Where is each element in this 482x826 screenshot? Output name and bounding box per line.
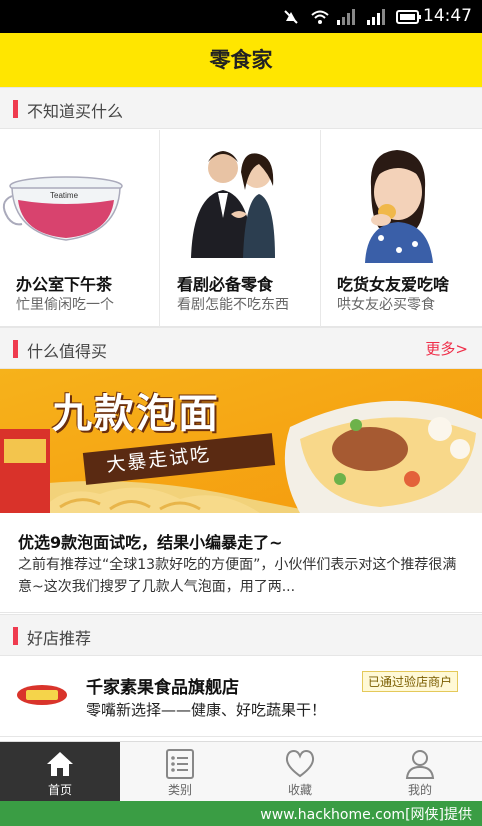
shop-item[interactable]: 千家素果食品旗舰店 零嘴新选择——健康、好吃蔬果干！ 已通过验店商户 [0, 657, 482, 737]
bottom-tab-bar: 首页 类别 收藏 我的 [0, 741, 482, 802]
battery-icon [396, 8, 422, 30]
girl-eating-photo [321, 138, 481, 263]
card-subtitle: 哄女友必买零食 [337, 297, 435, 313]
couple-photo [161, 138, 321, 263]
svg-text:Teatime: Teatime [50, 191, 79, 200]
article-desc: 之前有推荐过“全球13款好吃的方便面”，小伙伴们表示对这个推荐很满意~这次我们搜… [18, 557, 457, 595]
section-title: 不知道买什么 [27, 102, 124, 121]
user-icon [404, 748, 436, 780]
tea-cup-image: Teatime [0, 138, 160, 263]
watermark-footer: www.hackhome.com[网侠]提供 [0, 801, 482, 826]
tab-label: 类别 [167, 783, 192, 797]
signal-icon [336, 8, 356, 30]
tab-label: 首页 [47, 783, 72, 797]
shop-logo [16, 684, 68, 706]
card-office-tea[interactable]: Teatime 办公室下午茶 忙里偷闲吃一个 [0, 130, 160, 327]
banner-headline: 九款泡面 [52, 390, 220, 437]
section-marker [13, 100, 18, 118]
verified-badge: 已通过验店商户 [362, 671, 459, 692]
more-link[interactable]: 更多> [425, 338, 468, 359]
status-bar: 14:47 [0, 0, 482, 33]
section-header-shops: 好店推荐 [0, 614, 482, 656]
section-header-worth-buying: 什么值得买 更多> [0, 327, 482, 369]
tab-category[interactable]: 类别 [120, 742, 240, 802]
home-icon [44, 748, 76, 780]
card-title: 办公室下午茶 [16, 275, 113, 294]
card-girlfriend-snacks[interactable]: 吃货女友爱吃啥 哄女友必买零食 [321, 130, 482, 327]
tab-home[interactable]: 首页 [0, 742, 120, 802]
watermark-text: www.hackhome.com[网侠]提供 [260, 807, 472, 823]
signal-icon-2 [366, 8, 386, 30]
mute-icon [282, 8, 300, 30]
card-subtitle: 看剧怎能不吃东西 [177, 297, 289, 313]
card-subtitle: 忙里偷闲吃一个 [16, 297, 114, 313]
tab-label: 收藏 [287, 783, 312, 797]
suggestion-cards: Teatime 办公室下午茶 忙里偷闲吃一个 看剧必备零食 看剧怎能不吃东西 吃… [0, 130, 482, 327]
list-icon [164, 748, 196, 780]
tab-profile[interactable]: 我的 [360, 742, 480, 802]
wifi-icon [310, 8, 330, 30]
card-drama-snacks[interactable]: 看剧必备零食 看剧怎能不吃东西 [161, 130, 321, 327]
section-header-not-sure: 不知道买什么 [0, 87, 482, 129]
tab-favorites[interactable]: 收藏 [240, 742, 360, 802]
clock: 14:47 [423, 6, 472, 26]
noodle-banner[interactable]: 九款泡面 大暴走试吃 [0, 369, 482, 513]
app-title: 零食家 [209, 48, 273, 72]
section-title: 什么值得买 [27, 342, 108, 361]
app-header: 零食家 [0, 33, 482, 87]
shop-name: 千家素果食品旗舰店 [86, 678, 239, 698]
section-title: 好店推荐 [27, 629, 92, 648]
article-title: 优选9款泡面试吃，结果小编暴走了~ [18, 533, 283, 552]
card-title: 看剧必备零食 [177, 275, 274, 294]
shop-desc: 零嘴新选择——健康、好吃蔬果干！ [86, 701, 327, 719]
heart-icon [284, 748, 316, 780]
tab-label: 我的 [407, 783, 432, 797]
section-marker [13, 627, 18, 645]
article-item[interactable]: 优选9款泡面试吃，结果小编暴走了~ 之前有推荐过“全球13款好吃的方便面”，小伙… [0, 513, 482, 613]
card-title: 吃货女友爱吃啥 [337, 275, 450, 294]
section-marker [13, 340, 18, 358]
